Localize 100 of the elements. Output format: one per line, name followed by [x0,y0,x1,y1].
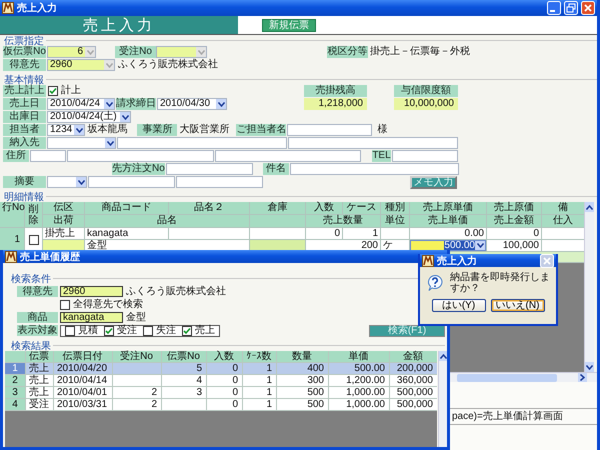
input-field[interactable] [88,176,175,188]
field-label: 先方注文No [112,163,165,175]
close-button[interactable] [581,1,595,15]
input-field[interactable] [30,150,66,162]
checkbox[interactable] [104,326,114,336]
field-label: 納入先 [3,137,46,149]
table-cell: ケ [381,240,409,251]
field-label: 住所 [3,150,29,162]
input-field[interactable] [290,163,459,175]
field-label: 表示対象 [17,325,58,336]
field-label: 請求締日 [116,98,156,110]
caret-icon[interactable] [475,241,485,250]
window-title: 売上単価履歴 [20,250,80,264]
checkbox[interactable] [28,234,38,244]
table-cell: 2010/04/01 [54,387,112,398]
checkbox-label: 受注 [117,324,137,336]
table-cell: 300 [277,375,328,386]
input-field[interactable] [117,137,287,149]
checkbox-label: 見積 [78,324,98,336]
scroll-right-icon[interactable] [578,372,587,382]
table-cell: kanagata [85,228,168,239]
section-title: 基本情報 [4,74,44,86]
app-icon [422,254,434,266]
input-field[interactable] [287,124,372,136]
field-text: ふくろう販売株式会社 [126,286,226,298]
table-cell: 500,000 [390,387,437,398]
dropdown-field[interactable]: 1234 [47,124,86,136]
input-field[interactable] [166,163,253,175]
column-header: 行No [0,202,24,227]
dropdown-field[interactable]: 2010/04/24 [47,98,115,110]
table-cell: 2010/03/31 [54,399,112,410]
input-field[interactable] [392,150,458,162]
vertical-scrollbar[interactable] [438,351,447,447]
table-cell: 2 [113,399,161,410]
table-cell: 5 [162,363,206,374]
table-cell: 売上 [26,363,53,374]
dialog-message: 納品書を即時発行しますか？ [450,272,551,294]
section-title: 検索結果 [11,340,51,352]
table-cell: 受注 [26,399,53,410]
column-header: 仕入 [542,215,584,227]
table-cell: 200,000 [390,363,437,374]
checkbox[interactable] [48,86,58,96]
column-header: 倉庫 [250,202,305,214]
checkbox[interactable] [182,326,192,336]
field-label: 商品 [17,312,58,323]
scroll-down-icon[interactable] [585,362,594,372]
field-label: 売上日 [3,98,46,110]
field-label: 売上計上 [3,85,46,97]
row-number[interactable]: 3 [5,387,25,398]
input-field[interactable]: kanagata [60,312,123,323]
amount-value: 10,000,000 [394,98,458,110]
input-field[interactable] [67,150,214,162]
caret-icon[interactable] [216,99,226,109]
caret-icon[interactable] [105,138,115,148]
field-label: ご担当者名 [236,124,286,136]
field-label: 得意先 [3,59,46,71]
horizontal-scrollbar[interactable] [450,372,597,382]
restore-button[interactable] [564,1,578,15]
caret-icon[interactable] [76,177,86,187]
column-header: 伝票No [162,351,206,362]
field-label: TEL [372,150,391,162]
dropdown-field[interactable]: 500.00 [410,240,486,251]
vertical-scrollbar[interactable] [584,202,594,372]
caret-icon[interactable] [120,112,130,122]
row-number[interactable]: 4 [5,399,25,410]
checkbox[interactable] [143,326,153,336]
input-field[interactable] [288,137,458,149]
column-header: 売上金額 [487,215,541,227]
field-text: ふくろう販売株式会社 [118,59,219,71]
dropdown-field[interactable] [47,176,87,188]
field-label: 与信限度額 [394,85,458,97]
column-header: 単価 [329,351,389,362]
minimize-button[interactable] [547,1,561,15]
table-cell [542,240,584,251]
dropdown-field[interactable] [47,137,116,149]
checkbox[interactable] [65,326,75,336]
caret-icon[interactable] [74,125,84,135]
scroll-up-icon[interactable] [439,351,447,361]
input-field[interactable] [176,176,263,188]
caret-icon[interactable] [104,99,114,109]
dialog-button[interactable]: はい(Y) [432,299,486,312]
field-label: 売掛残高 [304,85,367,97]
table-cell: 1 [243,375,276,386]
input-field[interactable]: 2960 [60,286,123,297]
table-cell: 4 [162,375,206,386]
scroll-up-icon[interactable] [585,202,594,212]
table-cell: 2010/04/20 [54,363,112,374]
field-text: 金型 [126,312,146,324]
field-label: 税区分等 [327,46,368,58]
window-title: 売上入力 [17,2,57,15]
dropdown-field[interactable]: 2010/04/24(土) [47,111,131,123]
dialog-button[interactable]: いいえ(N) [490,299,544,312]
input-field[interactable] [215,150,361,162]
row-number[interactable]: 2 [5,375,25,386]
field-label: 摘要 [3,176,46,188]
amount-value: 1,218,000 [304,98,367,110]
table-cell: 360,000 [390,375,437,386]
window-title: 売上入力 [437,254,477,268]
checkbox[interactable] [60,300,70,310]
dropdown-field[interactable]: 2010/04/30 [157,98,227,110]
